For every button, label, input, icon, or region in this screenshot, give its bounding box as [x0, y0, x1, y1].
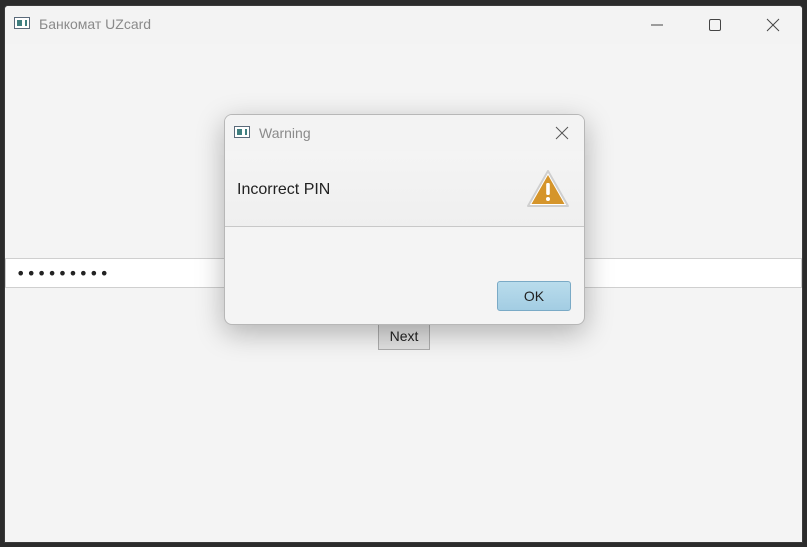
warning-dialog: Warning Incorrect PIN OK: [224, 114, 585, 325]
next-button[interactable]: Next: [378, 321, 430, 350]
close-icon: [766, 18, 780, 32]
maximize-button[interactable]: [686, 6, 744, 44]
app-icon: [14, 17, 30, 29]
dialog-titlebar[interactable]: Warning: [225, 115, 584, 151]
minimize-icon: [651, 24, 663, 26]
minimize-button[interactable]: [628, 6, 686, 44]
dialog-close-button[interactable]: [544, 115, 580, 151]
dialog-app-icon: [234, 126, 250, 138]
window-titlebar[interactable]: Банкомат UZcard: [5, 6, 802, 44]
dialog-title: Warning: [259, 125, 311, 141]
ok-button[interactable]: OK: [497, 281, 571, 311]
close-icon: [555, 126, 569, 140]
dialog-message: Incorrect PIN: [237, 181, 331, 198]
maximize-icon: [709, 19, 721, 31]
warning-icon: [527, 170, 569, 207]
dialog-header: Incorrect PIN: [225, 151, 584, 227]
window-title: Банкомат UZcard: [39, 16, 152, 32]
close-button[interactable]: [744, 6, 802, 44]
